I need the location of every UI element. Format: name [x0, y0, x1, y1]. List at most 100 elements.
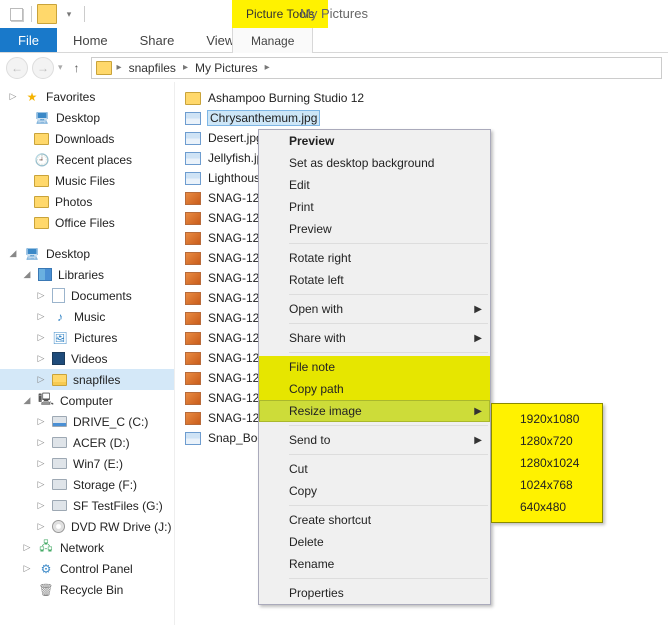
nav-downloads[interactable]: Downloads [0, 128, 174, 149]
image-icon [185, 272, 201, 285]
menu-share-with[interactable]: Share with▶ [259, 327, 490, 349]
separator [84, 6, 85, 22]
nav-recycle-bin[interactable]: ▷🗑Recycle Bin [0, 579, 174, 600]
image-icon [185, 412, 201, 425]
qat-chevron-icon[interactable]: ▾ [59, 4, 79, 24]
context-menu: Preview Set as desktop background Edit P… [258, 129, 491, 605]
nav-drive-e[interactable]: ▷Win7 (E:) [0, 453, 174, 474]
nav-drive-g[interactable]: ▷SF TestFiles (G:) [0, 495, 174, 516]
separator [289, 578, 488, 579]
nav-drive-d[interactable]: ▷ACER (D:) [0, 432, 174, 453]
up-button[interactable]: ↑ [67, 61, 87, 75]
folder-item[interactable]: Ashampoo Burning Studio 12 [181, 88, 668, 108]
menu-send-to[interactable]: Send to▶ [259, 429, 490, 451]
file-item-selected[interactable]: Chrysanthemum.jpg [181, 108, 668, 128]
menu-properties[interactable]: Properties [259, 582, 490, 604]
chevron-right-icon[interactable]: ▸ [262, 62, 273, 73]
menu-copy[interactable]: Copy [259, 480, 490, 502]
image-icon [185, 332, 201, 345]
image-icon [185, 392, 201, 405]
menu-create-shortcut[interactable]: Create shortcut [259, 509, 490, 531]
separator [289, 323, 488, 324]
forward-button[interactable]: → [32, 57, 54, 79]
nav-drive-f[interactable]: ▷Storage (F:) [0, 474, 174, 495]
menu-cut[interactable]: Cut [259, 458, 490, 480]
separator [289, 352, 488, 353]
title-bar: ▾ Picture Tools My Pictures [0, 0, 668, 28]
nav-drive-c[interactable]: ▷DRIVE_C (C:) [0, 411, 174, 432]
menu-open-with[interactable]: Open with▶ [259, 298, 490, 320]
image-icon [185, 312, 201, 325]
separator [31, 6, 32, 22]
menu-print[interactable]: Print [259, 196, 490, 218]
menu-delete[interactable]: Delete [259, 531, 490, 553]
history-chevron-icon[interactable]: ▾ [58, 62, 63, 73]
quick-access-toolbar: ▾ [0, 4, 88, 24]
separator [289, 505, 488, 506]
submenu-size-option[interactable]: 1024x768 [492, 474, 602, 496]
favorites-header[interactable]: ▷★Favorites [0, 86, 174, 107]
nav-recent[interactable]: 🕘Recent places [0, 149, 174, 170]
navigation-pane[interactable]: ▷★Favorites 🖥Desktop Downloads 🕘Recent p… [0, 82, 175, 625]
image-icon [185, 132, 201, 145]
separator [289, 454, 488, 455]
desktop-header[interactable]: ◢🖥Desktop [0, 243, 174, 264]
submenu-size-option[interactable]: 1920x1080 [492, 408, 602, 430]
properties-icon[interactable] [6, 4, 26, 24]
breadcrumb-item[interactable]: My Pictures [193, 61, 260, 75]
menu-edit[interactable]: Edit [259, 174, 490, 196]
chevron-right-icon: ▶ [474, 333, 482, 344]
menu-file-note[interactable]: File note [259, 356, 490, 378]
menu-copy-path[interactable]: Copy path [259, 378, 490, 400]
separator [289, 294, 488, 295]
nav-music-files[interactable]: Music Files [0, 170, 174, 191]
chevron-right-icon[interactable]: ▸ [180, 62, 191, 73]
separator [289, 243, 488, 244]
nav-libraries[interactable]: ◢Libraries [0, 264, 174, 285]
menu-preview[interactable]: Preview [259, 218, 490, 240]
image-icon [185, 152, 201, 165]
nav-pictures[interactable]: ▷🖼Pictures [0, 327, 174, 348]
tab-file[interactable]: File [0, 28, 57, 52]
menu-rename[interactable]: Rename [259, 553, 490, 575]
nav-documents[interactable]: ▷Documents [0, 285, 174, 306]
nav-desktop[interactable]: 🖥Desktop [0, 107, 174, 128]
separator [289, 425, 488, 426]
tab-home[interactable]: Home [57, 28, 124, 52]
folder-icon [96, 61, 112, 75]
menu-preview-default[interactable]: Preview [259, 130, 490, 152]
nav-music[interactable]: ▷♪Music [0, 306, 174, 327]
nav-network[interactable]: ▷🖧Network [0, 537, 174, 558]
menu-rotate-right[interactable]: Rotate right [259, 247, 490, 269]
nav-office-files[interactable]: Office Files [0, 212, 174, 233]
image-icon [185, 432, 201, 445]
nav-control-panel[interactable]: ▷⚙Control Panel [0, 558, 174, 579]
nav-computer[interactable]: ◢🖳Computer [0, 390, 174, 411]
image-icon [185, 292, 201, 305]
menu-rotate-left[interactable]: Rotate left [259, 269, 490, 291]
nav-bar: ← → ▾ ↑ ▸ snapfiles ▸ My Pictures ▸ [0, 53, 668, 82]
submenu-size-option[interactable]: 640x480 [492, 496, 602, 518]
breadcrumb-item[interactable]: snapfiles [127, 61, 178, 75]
label: Favorites [46, 90, 95, 104]
image-icon [185, 212, 201, 225]
menu-resize-image[interactable]: Resize image▶ [259, 400, 490, 422]
tab-share[interactable]: Share [124, 28, 191, 52]
back-button[interactable]: ← [6, 57, 28, 79]
resize-submenu: 1920x1080 1280x720 1280x1024 1024x768 64… [491, 403, 603, 523]
tab-manage[interactable]: Manage [232, 28, 313, 53]
nav-videos[interactable]: ▷Videos [0, 348, 174, 369]
address-bar[interactable]: ▸ snapfiles ▸ My Pictures ▸ [91, 57, 662, 79]
nav-dvd[interactable]: ▷DVD RW Drive (J:) [0, 516, 174, 537]
chevron-right-icon: ▶ [474, 435, 482, 446]
nav-snapfiles[interactable]: ▷snapfiles [0, 369, 174, 390]
ribbon-tabs: File Home Share View Manage [0, 28, 668, 53]
chevron-right-icon: ▶ [474, 406, 482, 417]
submenu-size-option[interactable]: 1280x1024 [492, 452, 602, 474]
new-folder-icon[interactable] [37, 4, 57, 24]
menu-set-desktop-background[interactable]: Set as desktop background [259, 152, 490, 174]
image-icon [185, 252, 201, 265]
chevron-right-icon[interactable]: ▸ [114, 62, 125, 73]
submenu-size-option[interactable]: 1280x720 [492, 430, 602, 452]
nav-photos[interactable]: Photos [0, 191, 174, 212]
